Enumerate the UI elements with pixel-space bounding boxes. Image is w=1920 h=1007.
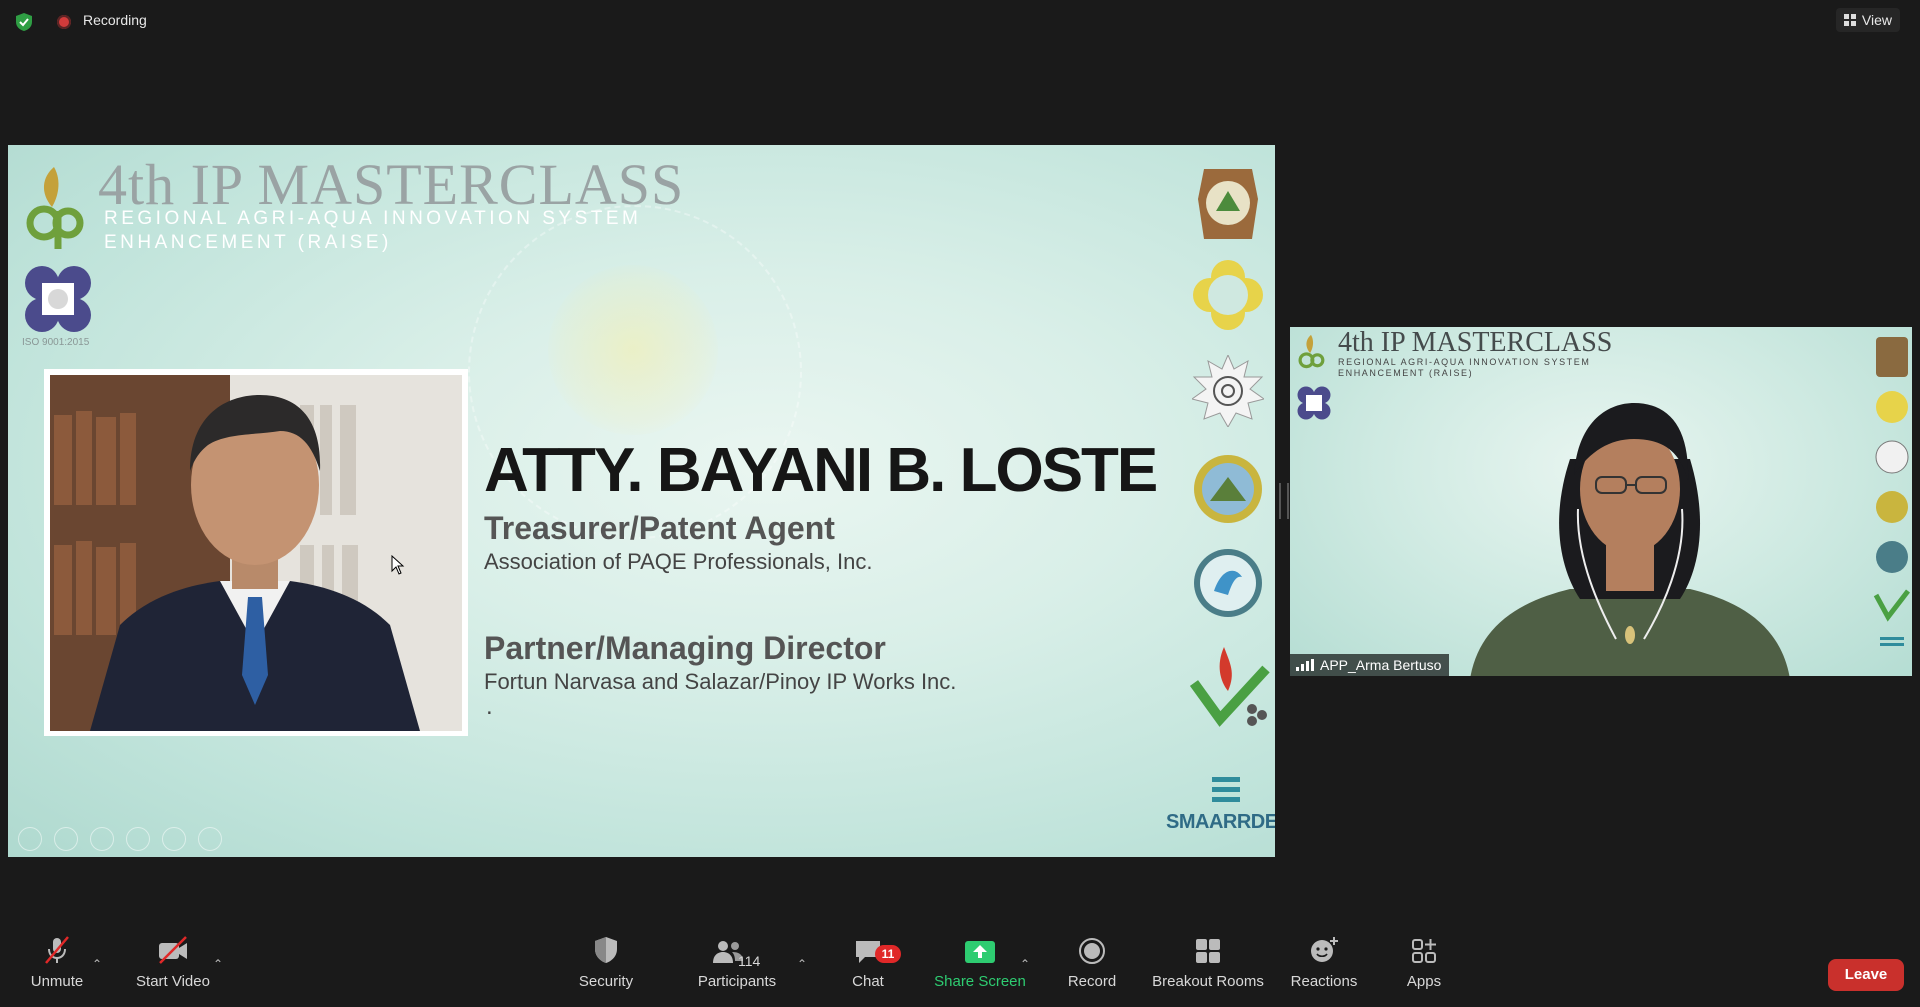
smiley-plus-icon xyxy=(1309,925,1339,965)
smaarrdec-logo-text: SMAARRDEC xyxy=(1166,811,1275,833)
mouse-cursor-icon xyxy=(391,555,405,575)
recording-label: Recording xyxy=(83,12,147,28)
slide-controls[interactable] xyxy=(18,827,222,851)
share-screen-label: Share Screen xyxy=(934,973,1026,990)
security-button[interactable]: Security xyxy=(570,925,642,1007)
video-options-caret[interactable]: ⌃ xyxy=(213,957,223,971)
agency-seal-icon xyxy=(25,266,91,332)
pen-icon[interactable] xyxy=(90,827,114,851)
lightbulb-decoration xyxy=(548,265,718,435)
security-label: Security xyxy=(578,973,634,990)
chat-unread-badge: 11 xyxy=(875,945,901,963)
speaker-photo-frame xyxy=(44,369,468,736)
fisheries-seal-icon xyxy=(1194,549,1262,617)
speaker-role-1: Treasurer/Patent Agent xyxy=(484,510,835,546)
apps-label: Apps xyxy=(1406,973,1442,990)
apps-button[interactable]: Apps xyxy=(1396,925,1452,1007)
chat-button[interactable]: 11 Chat xyxy=(840,925,901,1007)
breakout-rooms-button[interactable]: Breakout Rooms xyxy=(1150,925,1266,1007)
audio-options-caret[interactable]: ⌃ xyxy=(92,957,102,971)
unmute-button[interactable]: Unmute xyxy=(20,925,94,1007)
agri-check-logo-icon xyxy=(1190,647,1270,727)
participants-options-caret[interactable]: ⌃ xyxy=(797,957,807,971)
participants-label: Participants xyxy=(697,973,777,990)
smaarrdec-lines-icon xyxy=(1212,777,1240,802)
view-label: View xyxy=(1861,12,1892,28)
university-seal-icon xyxy=(1198,169,1258,239)
ap-logo-small-icon xyxy=(1298,334,1325,369)
zoom-icon[interactable] xyxy=(162,827,186,851)
chat-bubble-icon: 11 xyxy=(853,925,901,965)
iso-label: ISO 9001:2015 xyxy=(22,337,90,348)
view-button[interactable]: View xyxy=(1835,8,1900,32)
people-icon: 114 xyxy=(692,925,782,969)
participant-video-tile[interactable]: 4th IP MASTERCLASS Regional Agri-Aqua In… xyxy=(1290,327,1912,676)
shared-screen-slide: 4th IP MASTERCLASS Regional Agri-Aqua In… xyxy=(8,145,1275,857)
splitter-handle[interactable] xyxy=(1279,483,1289,519)
more-icon[interactable] xyxy=(198,827,222,851)
record-label: Record xyxy=(1067,973,1117,990)
participant-name-tag: APP_Arma Bertuso xyxy=(1290,654,1450,676)
breakout-rooms-label: Breakout Rooms xyxy=(1152,973,1264,990)
participant-video-feed xyxy=(1470,403,1790,676)
trailing-dot: . xyxy=(486,693,493,720)
reactions-button[interactable]: Reactions xyxy=(1286,925,1362,1007)
meeting-top-bar: Recording View xyxy=(0,0,1920,42)
start-video-label: Start Video xyxy=(136,973,210,990)
slides-icon[interactable] xyxy=(126,827,150,851)
grid-squares-icon xyxy=(1194,925,1222,965)
chat-label: Chat xyxy=(852,973,884,990)
flower-seal-icon xyxy=(1193,260,1263,330)
unmute-label: Unmute xyxy=(30,973,84,990)
participants-count: 114 xyxy=(738,953,761,969)
tile-slide-title: 4th IP MASTERCLASS xyxy=(1338,327,1613,358)
share-screen-button[interactable]: Share Screen xyxy=(932,925,1028,1007)
participants-button[interactable]: 114 Participants xyxy=(692,925,782,1007)
speaker-role-2: Partner/Managing Director xyxy=(484,630,886,666)
share-arrow-icon xyxy=(964,925,996,965)
apps-icon xyxy=(1410,925,1438,965)
start-video-button[interactable]: Start Video xyxy=(130,925,216,1007)
reactions-label: Reactions xyxy=(1290,973,1358,990)
tile-slide-subtitle: Regional Agri-Aqua Innovation System Enh… xyxy=(1338,357,1591,378)
speaker-org-1: Association of PAQE Professionals, Inc. xyxy=(484,549,873,574)
video-off-icon xyxy=(156,925,190,965)
prev-slide-icon[interactable] xyxy=(18,827,42,851)
tile-partner-logos xyxy=(1873,337,1910,646)
record-button[interactable]: Record xyxy=(1064,925,1120,1007)
participant-name: APP_Arma Bertuso xyxy=(1320,657,1442,673)
record-circle-icon xyxy=(1078,925,1106,965)
state-college-seal-icon xyxy=(1194,455,1262,523)
shield-check-icon[interactable] xyxy=(14,12,34,32)
speaker-photo xyxy=(50,375,462,731)
agency-seal-small-icon xyxy=(1297,386,1331,420)
shield-icon xyxy=(592,925,620,965)
muted-microphone-icon xyxy=(42,925,72,965)
leave-button[interactable]: Leave xyxy=(1828,959,1904,991)
sunburst-seal-icon xyxy=(1192,355,1264,427)
record-dot-icon xyxy=(57,15,71,29)
signal-strength-icon xyxy=(1296,659,1314,671)
speaker-name: ATTY. BAYANI B. LOSTE xyxy=(484,436,1158,505)
speaker-org-2: Fortun Narvasa and Salazar/Pinoy IP Work… xyxy=(484,669,957,694)
next-slide-icon[interactable] xyxy=(54,827,78,851)
share-options-caret[interactable]: ⌃ xyxy=(1020,957,1030,971)
slide-subtitle: Regional Agri-Aqua Innovation System Enh… xyxy=(104,208,642,253)
partner-logos-column xyxy=(1176,159,1272,849)
ap-logo-icon xyxy=(26,167,84,249)
meeting-controls-toolbar: Unmute ⌃ Start Video ⌃ Security 114 Part… xyxy=(0,925,1920,1007)
grid-view-icon xyxy=(1843,14,1856,26)
